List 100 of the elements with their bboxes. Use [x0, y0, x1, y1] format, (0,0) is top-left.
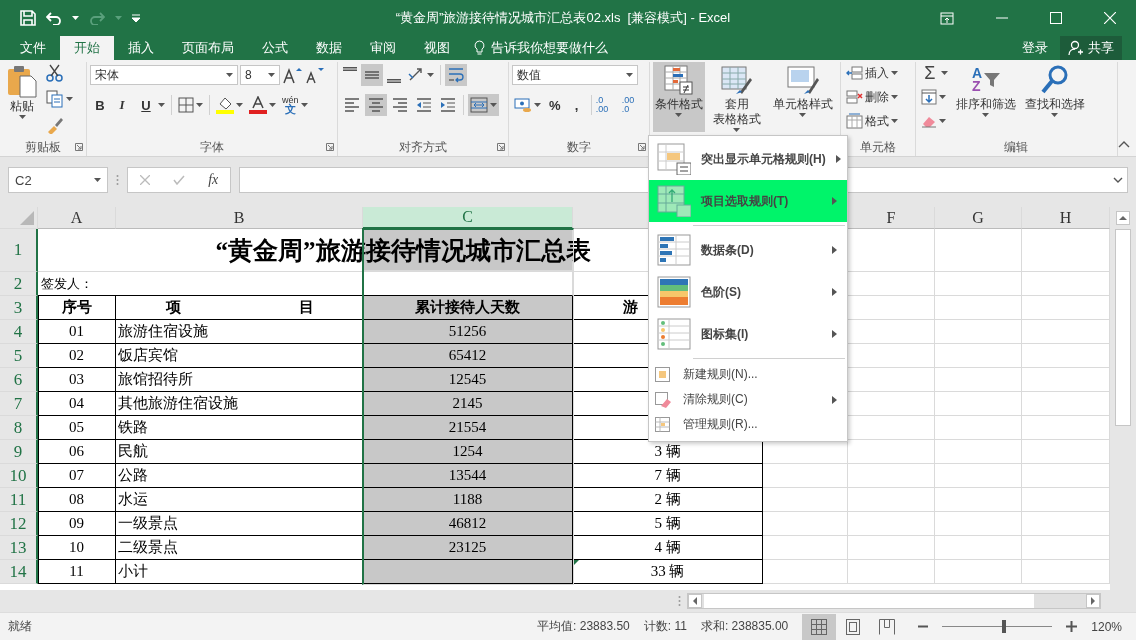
caret-icon[interactable] [982, 113, 990, 117]
scrollbar-thumb[interactable] [704, 594, 1034, 608]
menu-item[interactable]: 突出显示单元格规则(H) [649, 138, 847, 180]
caret-icon[interactable] [18, 115, 26, 119]
grow-font-icon[interactable] [282, 66, 302, 84]
column-header[interactable]: G [935, 207, 1022, 229]
font-name-field[interactable]: 宋体 [90, 65, 238, 85]
font-size-field[interactable]: 8 [240, 65, 280, 85]
underline-button[interactable]: U [134, 94, 167, 116]
undo-icon[interactable] [46, 11, 62, 25]
ribbon-display-icon[interactable] [940, 11, 954, 25]
caret-icon[interactable] [268, 73, 275, 77]
paste-button[interactable]: 粘贴 [3, 62, 41, 132]
shrink-font-icon[interactable] [304, 66, 324, 84]
caret-icon[interactable] [938, 119, 946, 123]
dialog-launcher-icon[interactable] [637, 143, 646, 151]
number-format-field[interactable]: 数值 [511, 65, 638, 85]
row-header[interactable]: 8 [0, 416, 38, 440]
row-header[interactable]: 13 [0, 536, 38, 560]
row-header[interactable]: 9 [0, 440, 38, 464]
tell-me-search[interactable]: 告诉我你想要做什么 [474, 36, 608, 60]
ribbon-tab[interactable]: 视图 [410, 36, 464, 60]
caret-icon[interactable] [72, 16, 79, 20]
caret-icon[interactable] [269, 103, 276, 107]
caret-icon[interactable] [196, 103, 203, 107]
cell-styles-button[interactable]: 单元格样式 [769, 62, 837, 132]
caret-icon[interactable] [226, 73, 233, 77]
scroll-left-icon[interactable] [688, 594, 702, 608]
ribbon-tab[interactable]: 公式 [248, 36, 302, 60]
ribbon-tab[interactable]: 审阅 [356, 36, 410, 60]
name-box[interactable]: C2 [8, 167, 108, 193]
zoom-level[interactable]: 120% [1091, 619, 1122, 634]
caret-icon[interactable] [940, 71, 948, 75]
caret-icon[interactable] [236, 103, 243, 107]
slider-thumb[interactable] [1001, 620, 1006, 633]
zoom-in-icon[interactable] [1066, 621, 1078, 632]
sign-in-link[interactable]: 登录 [1022, 36, 1048, 60]
insert-button[interactable]: 插入 [843, 62, 900, 84]
share-button[interactable]: 共享 [1060, 36, 1122, 60]
percent-button[interactable]: % [544, 97, 565, 113]
caret-icon[interactable] [625, 73, 633, 77]
caret-icon[interactable] [1051, 113, 1059, 117]
caret-icon[interactable] [733, 128, 741, 132]
dialog-launcher-icon[interactable] [496, 143, 505, 151]
font-color-button[interactable] [247, 94, 278, 116]
expand-icon[interactable] [1113, 177, 1123, 183]
ribbon-tab[interactable]: 文件 [6, 36, 60, 60]
caret-icon[interactable] [66, 97, 73, 101]
scroll-right-icon[interactable] [1086, 594, 1100, 608]
conditional-formatting-button[interactable]: 条件格式 [652, 62, 705, 132]
middle-align-button[interactable] [360, 64, 383, 86]
menu-item[interactable]: 管理规则(R)... [649, 412, 847, 437]
caret-icon[interactable] [158, 103, 165, 107]
caret-icon[interactable] [890, 71, 898, 75]
align-center-button[interactable] [364, 94, 387, 116]
row-header[interactable]: 3 [0, 296, 38, 320]
maximize-icon[interactable] [1050, 12, 1062, 24]
save-icon[interactable] [20, 10, 36, 26]
dialog-launcher-icon[interactable] [75, 143, 83, 151]
wrap-text-button[interactable] [444, 64, 467, 86]
column-header[interactable]: A [38, 207, 116, 229]
autosum-button[interactable]: Σ [918, 62, 950, 84]
bold-button[interactable]: B [90, 97, 110, 113]
row-header[interactable]: 14 [0, 560, 38, 584]
enter-check-icon[interactable] [172, 175, 185, 185]
scrollbar-thumb[interactable] [1115, 229, 1131, 426]
format-button[interactable]: 格式 [843, 110, 900, 132]
find-select-button[interactable]: 查找和选择 [1021, 62, 1088, 132]
ribbon-tab[interactable]: 插入 [114, 36, 168, 60]
increase-decimal-button[interactable]: .0 .00 [595, 96, 620, 114]
sort-filter-button[interactable]: A Z 排序和筛选 [952, 62, 1019, 132]
row-header[interactable]: 5 [0, 344, 38, 368]
column-header[interactable]: H [1022, 207, 1110, 229]
ribbon-tab[interactable]: 数据 [302, 36, 356, 60]
column-header[interactable]: C [363, 207, 573, 229]
borders-button[interactable] [176, 94, 205, 116]
zoom-out-icon[interactable] [918, 625, 929, 628]
phonetic-button[interactable]: wén 文 [280, 94, 310, 116]
copy-button[interactable] [44, 88, 75, 110]
ribbon-tab[interactable]: 页面布局 [168, 36, 248, 60]
delete-button[interactable]: 删除 [843, 86, 900, 108]
caret-icon[interactable] [533, 103, 541, 107]
format-as-table-button[interactable]: 套用 表格格式 [707, 62, 766, 132]
caret-icon[interactable] [300, 103, 308, 107]
menu-item[interactable]: 项目选取规则(T) [649, 180, 847, 222]
decrease-decimal-button[interactable]: .00 .0 [621, 96, 646, 114]
comma-button[interactable]: , [566, 97, 587, 113]
caret-icon[interactable] [890, 119, 898, 123]
close-icon[interactable] [1104, 12, 1116, 24]
column-header[interactable]: F [848, 207, 935, 229]
row-header[interactable]: 1 [0, 229, 38, 272]
row-header[interactable]: 10 [0, 464, 38, 488]
row-header[interactable]: 4 [0, 320, 38, 344]
caret-icon[interactable] [426, 73, 434, 77]
row-header[interactable]: 7 [0, 392, 38, 416]
column-header[interactable]: B [116, 207, 363, 229]
row-header[interactable]: 6 [0, 368, 38, 392]
normal-view-button[interactable] [802, 613, 837, 640]
row-header[interactable]: 12 [0, 512, 38, 536]
ribbon-tab[interactable]: 开始 [60, 36, 114, 60]
